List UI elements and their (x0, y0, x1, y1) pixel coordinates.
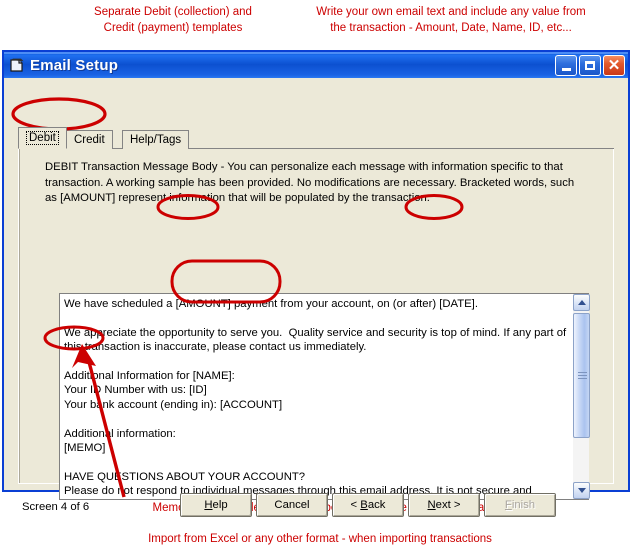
message-body-text[interactable]: We have scheduled a [AMOUNT] payment fro… (60, 294, 572, 499)
scroll-down-arrow-icon (577, 488, 586, 493)
message-body-editor[interactable]: We have scheduled a [AMOUNT] payment fro… (59, 293, 590, 500)
tab-debit-label: Debit (26, 131, 59, 145)
next-button[interactable]: Next > (408, 493, 480, 517)
minimize-button[interactable] (555, 55, 577, 76)
annotation-bottom-import: Import from Excel or any other format - … (148, 533, 492, 545)
finish-button: Finish (484, 493, 556, 517)
tab-debit[interactable]: Debit (18, 127, 67, 149)
screen-progress-label: Screen 4 of 6 (22, 501, 90, 513)
tab-help-tags[interactable]: Help/Tags (122, 130, 190, 149)
finish-button-label: Finish (504, 499, 536, 511)
scrollbar-thumb[interactable] (573, 313, 590, 438)
close-button[interactable]: ✕ (603, 55, 625, 76)
scroll-up-button[interactable] (573, 294, 590, 311)
help-button-label: Help (204, 499, 228, 511)
screenshot-root: Separate Debit (collection) and Credit (… (0, 0, 642, 557)
scroll-up-arrow-icon (577, 300, 586, 305)
window-document-icon (9, 58, 25, 73)
cancel-button[interactable]: Cancel (256, 493, 328, 517)
tab-strip: Debit Credit Help/Tags (18, 127, 614, 149)
editor-vertical-scrollbar[interactable] (572, 294, 590, 499)
debit-tab-panel: DEBIT Transaction Message Body - You can… (18, 149, 614, 500)
window-controls: ✕ (555, 55, 625, 76)
maximize-icon (585, 61, 595, 70)
close-icon: ✕ (607, 56, 621, 74)
scrollbar-track[interactable] (573, 311, 590, 482)
panel-description: DEBIT Transaction Message Body - You can… (45, 161, 575, 204)
tab-credit[interactable]: Credit (66, 130, 113, 149)
help-button[interactable]: Help (180, 493, 252, 517)
scrollbar-grip-icon (578, 372, 587, 379)
tab-credit-label: Credit (74, 134, 105, 146)
cancel-button-label: Cancel (274, 499, 310, 511)
window-title: Email Setup (30, 56, 119, 74)
scroll-down-button[interactable] (573, 482, 590, 499)
minimize-icon (561, 67, 571, 71)
wizard-button-row: Help Cancel < Back Next > Finish (180, 493, 556, 517)
next-button-label: Next > (427, 499, 461, 511)
annotation-top-right: Write your own email text and include an… (316, 6, 586, 34)
email-setup-window: Email Setup ✕ Debit Credit Help/Tags DEB… (2, 50, 630, 517)
back-button-label: < Back (350, 499, 386, 511)
window-client-area: Debit Credit Help/Tags DEBIT Transaction… (4, 78, 628, 517)
back-button[interactable]: < Back (332, 493, 404, 517)
window-titlebar[interactable]: Email Setup ✕ (4, 50, 628, 78)
tab-help-tags-label: Help/Tags (130, 134, 182, 146)
maximize-button[interactable] (579, 55, 601, 76)
